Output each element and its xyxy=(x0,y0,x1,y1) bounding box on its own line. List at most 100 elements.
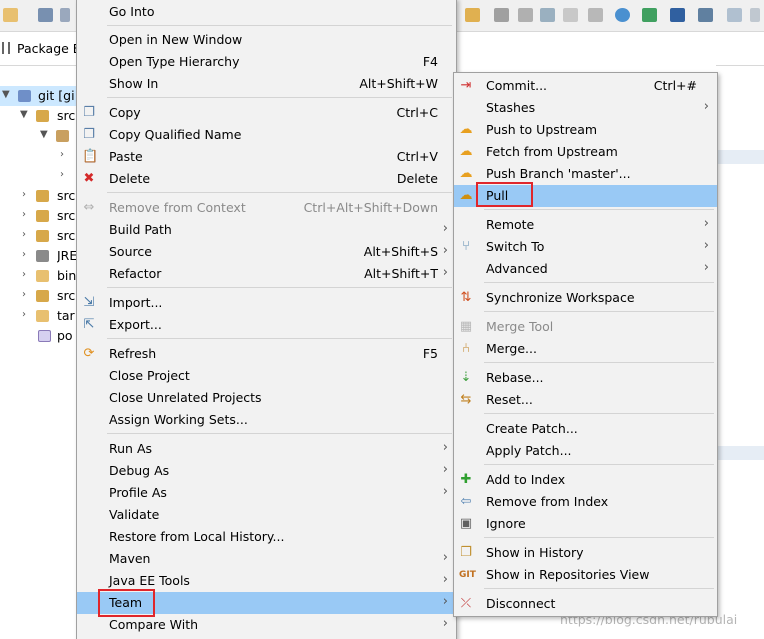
menu-item-commit[interactable]: ⇥ Commit... Ctrl+# xyxy=(454,75,717,97)
menu-item-assign-working-sets[interactable]: Assign Working Sets... xyxy=(77,409,456,431)
editor-stripe xyxy=(716,150,764,164)
new-wizard-icon[interactable] xyxy=(3,8,18,22)
collapse-arrow-icon[interactable]: ▼ xyxy=(20,109,28,120)
menu-item-build-path[interactable]: Build Path › xyxy=(77,219,456,241)
menu-item-reset[interactable]: ⇆ Reset... xyxy=(454,389,717,411)
menu-item-add-to-index[interactable]: ✚ Add to Index xyxy=(454,469,717,491)
reset-icon: ⇆ xyxy=(460,392,472,407)
tree-row[interactable]: › src xyxy=(0,206,78,226)
menu-item-copy-qualified-name[interactable]: ❐ Copy Qualified Name xyxy=(77,124,456,146)
menu-item-validate[interactable]: Validate xyxy=(77,504,456,526)
menu-item-push-to-upstream[interactable]: ☁ Push to Upstream xyxy=(454,119,717,141)
menu-item-advanced[interactable]: Advanced › xyxy=(454,258,717,280)
menu-item-disconnect[interactable]: ⤫ Disconnect xyxy=(454,593,717,615)
tree-row[interactable]: po xyxy=(0,326,78,346)
tree-row[interactable]: › src xyxy=(0,226,78,246)
menu-item-label: Remove from Index xyxy=(486,494,609,509)
menu-item-source[interactable]: Source Alt+Shift+S › xyxy=(77,241,456,263)
menu-item-export[interactable]: ⇱ Export... xyxy=(77,314,456,336)
menu-item-close-project[interactable]: Close Project xyxy=(77,365,456,387)
menu-item-close-unrelated-projects[interactable]: Close Unrelated Projects xyxy=(77,387,456,409)
menu-item-merge[interactable]: ⑃ Merge... xyxy=(454,338,717,360)
menu-item-show-in-repositories-view[interactable]: GIT Show in Repositories View xyxy=(454,564,717,586)
menu-item-ignore[interactable]: ▣ Ignore xyxy=(454,513,717,535)
menu-item-remove-from-index[interactable]: ⇦ Remove from Index xyxy=(454,491,717,513)
save-icon[interactable] xyxy=(38,8,53,22)
tree-row[interactable]: › bin xyxy=(0,266,78,286)
menu-item-open-type-hierarchy[interactable]: Open Type Hierarchy F4 xyxy=(77,51,456,73)
menu-item-label: Disconnect xyxy=(486,596,556,611)
menu-item-copy[interactable]: ❐ Copy Ctrl+C xyxy=(77,102,456,124)
expand-arrow-icon[interactable]: › xyxy=(60,149,64,160)
shortcut-label: Alt+Shift+S xyxy=(363,244,438,259)
menu-item-refactor[interactable]: Refactor Alt+Shift+T › xyxy=(77,263,456,285)
open-folder-icon[interactable] xyxy=(465,8,480,22)
menu-item-synchronize-workspace[interactable]: ⇅ Synchronize Workspace xyxy=(454,287,717,309)
context-menu: Go Into Open in New Window Open Type Hie… xyxy=(76,0,457,639)
expand-arrow-icon[interactable]: › xyxy=(22,309,26,320)
tree-row[interactable]: › JRE xyxy=(0,246,78,266)
tree-row[interactable]: › src xyxy=(0,186,78,206)
collapse-arrow-icon[interactable]: ▼ xyxy=(40,129,48,140)
menu-item-run-as[interactable]: Run As › xyxy=(77,438,456,460)
tree-row[interactable]: › xyxy=(0,166,78,186)
monitor-icon[interactable] xyxy=(670,8,685,22)
menu-item-maven[interactable]: Maven › xyxy=(77,548,456,570)
collapse-arrow-icon[interactable]: ▼ xyxy=(2,89,10,100)
tree-row[interactable]: ▼ src xyxy=(0,106,78,126)
menu-item-create-patch[interactable]: Create Patch... xyxy=(454,418,717,440)
menu-item-open-in-new-window[interactable]: Open in New Window xyxy=(77,29,456,51)
run-config-icon[interactable] xyxy=(642,8,657,22)
package-explorer-tab[interactable]: Package E xyxy=(0,32,81,66)
menu-item-remote[interactable]: Remote › xyxy=(454,214,717,236)
expand-arrow-icon[interactable]: › xyxy=(60,169,64,180)
ignore-icon: ▣ xyxy=(459,516,473,531)
tree-row[interactable]: ▼ xyxy=(0,126,78,146)
menu-item-show-in-history[interactable]: ❐ Show in History xyxy=(454,542,717,564)
menu-item-delete[interactable]: ✖ Delete Delete xyxy=(77,168,456,190)
menu-item-go-into[interactable]: Go Into xyxy=(77,1,456,23)
stop-icon[interactable] xyxy=(698,8,713,22)
menu-item-paste[interactable]: 📋 Paste Ctrl+V xyxy=(77,146,456,168)
menu-item-import[interactable]: ⇲ Import... xyxy=(77,292,456,314)
menu-item-label: Profile As xyxy=(109,485,167,500)
menu-item-debug-as[interactable]: Debug As › xyxy=(77,460,456,482)
menu-item-stashes[interactable]: Stashes › xyxy=(454,97,717,119)
play-icon[interactable] xyxy=(727,8,742,22)
expand-arrow-icon[interactable]: › xyxy=(22,249,26,260)
book-icon[interactable] xyxy=(588,8,603,22)
edit-icon[interactable] xyxy=(540,8,555,22)
expand-arrow-icon[interactable]: › xyxy=(22,189,26,200)
step-icon[interactable] xyxy=(750,8,760,22)
tree-root-project[interactable]: ▼ git [gi xyxy=(0,86,78,106)
pin-icon[interactable] xyxy=(494,8,509,22)
tree-row[interactable]: › src xyxy=(0,286,78,306)
menu-item-refresh[interactable]: ⟳ Refresh F5 xyxy=(77,343,456,365)
menu-separator xyxy=(484,282,714,283)
tree-row[interactable]: › xyxy=(0,146,78,166)
document-icon[interactable] xyxy=(563,8,578,22)
menu-separator xyxy=(107,287,452,288)
menu-item-compare-with[interactable]: Compare With › xyxy=(77,614,456,636)
menu-item-restore-from-local-history[interactable]: Restore from Local History... xyxy=(77,526,456,548)
menu-item-switch-to[interactable]: ⑂ Switch To › xyxy=(454,236,717,258)
submenu-arrow-icon: › xyxy=(703,238,709,253)
menu-item-rebase[interactable]: ⇣ Rebase... xyxy=(454,367,717,389)
source-folder-icon xyxy=(36,110,49,122)
expand-arrow-icon[interactable]: › xyxy=(22,209,26,220)
brush-icon[interactable] xyxy=(518,8,533,22)
menu-separator xyxy=(484,362,714,363)
menu-item-fetch-from-upstream[interactable]: ☁ Fetch from Upstream xyxy=(454,141,717,163)
expand-arrow-icon[interactable]: › xyxy=(22,289,26,300)
menu-item-profile-as[interactable]: Profile As › xyxy=(77,482,456,504)
tree-row[interactable]: › tar xyxy=(0,306,78,326)
folder-icon xyxy=(36,270,49,282)
menu-item-apply-patch[interactable]: Apply Patch... xyxy=(454,440,717,462)
globe-icon[interactable] xyxy=(615,8,630,22)
save-all-icon[interactable] xyxy=(60,8,70,22)
expand-arrow-icon[interactable]: › xyxy=(22,229,26,240)
menu-item-show-in[interactable]: Show In Alt+Shift+W xyxy=(77,73,456,95)
menu-item-label: Stashes xyxy=(486,100,536,115)
expand-arrow-icon[interactable]: › xyxy=(22,269,26,280)
menu-item-label: Debug As xyxy=(109,463,170,478)
